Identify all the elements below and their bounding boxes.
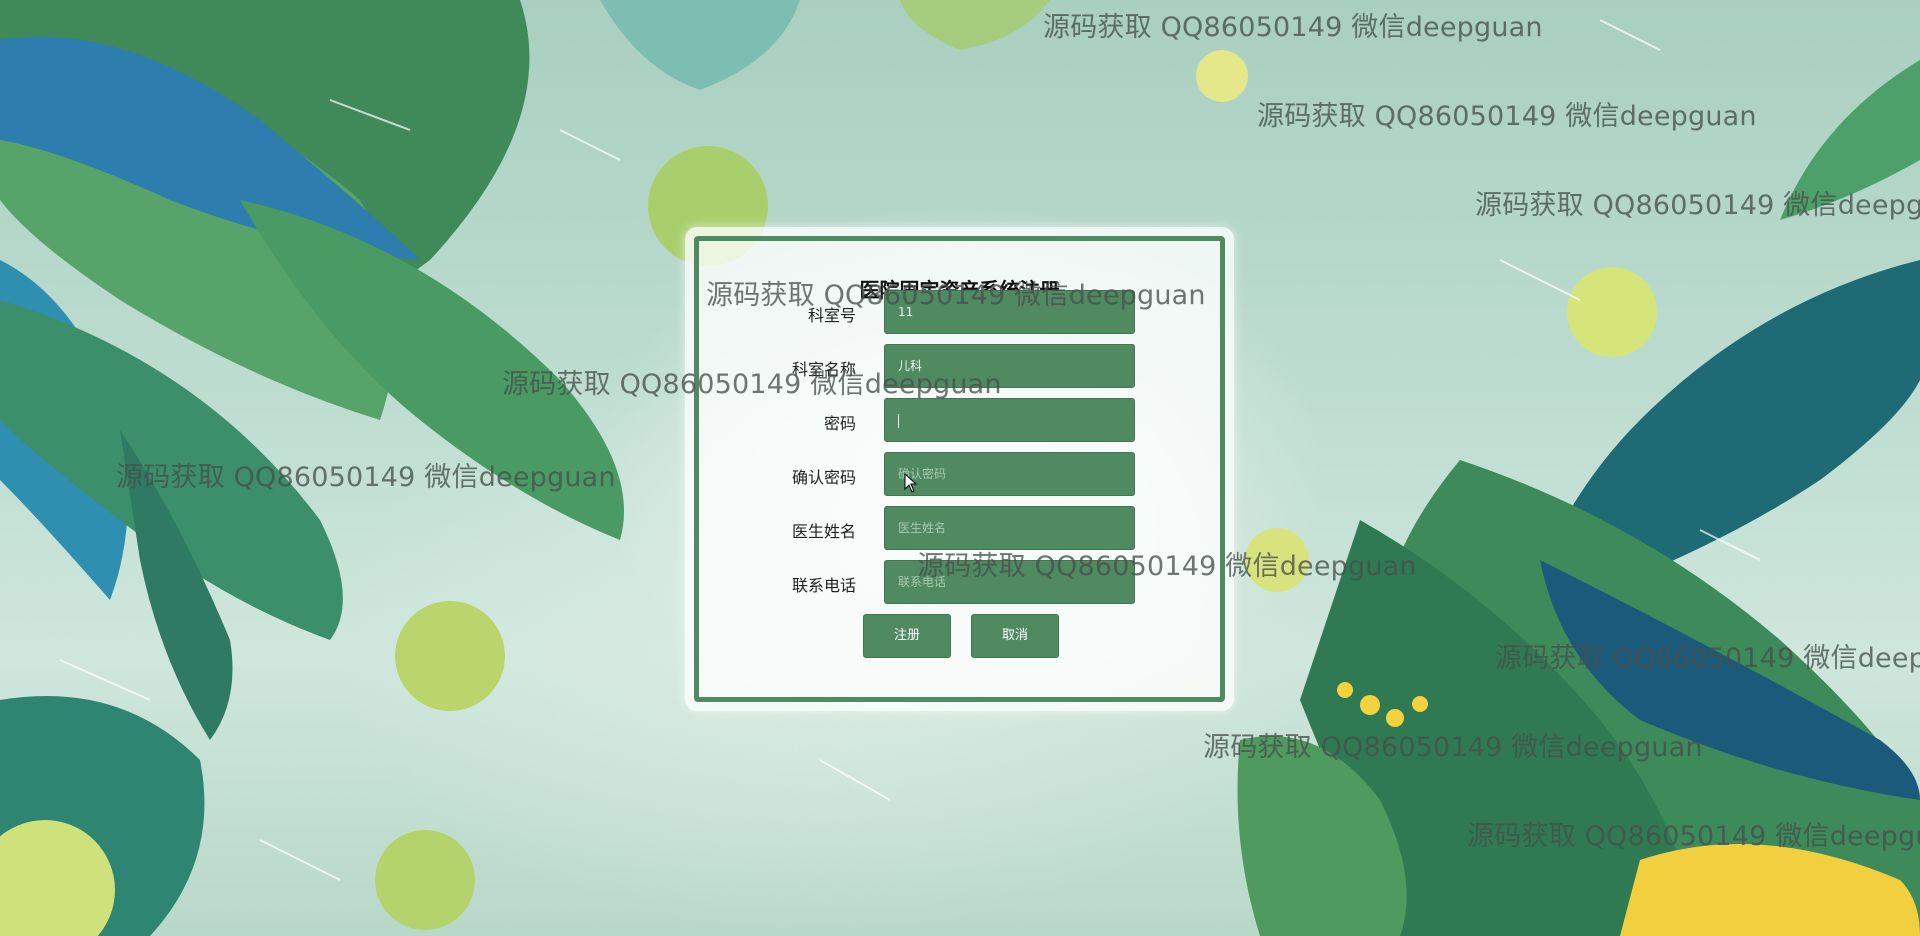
form-row-dept-id: 科室号 11: [699, 290, 1220, 334]
cancel-button[interactable]: 取消: [971, 614, 1059, 658]
register-panel: 医院固定资产系统注册 科室号 11 科室名称 儿科 密码 确认密码 确认密码 医…: [685, 227, 1234, 711]
text-caret: [898, 413, 899, 428]
form-row-doctor-name: 医生姓名 医生姓名: [699, 506, 1220, 550]
form-row-phone: 联系电话 联系电话: [699, 560, 1220, 604]
confirm-password-label: 确认密码: [791, 468, 856, 487]
doctor-name-label: 医生姓名: [791, 522, 856, 541]
register-button[interactable]: 注册: [863, 614, 951, 658]
phone-label: 联系电话: [791, 576, 856, 595]
phone-input[interactable]: 联系电话: [884, 560, 1135, 604]
password-label: 密码: [823, 414, 856, 433]
form-row-confirm-password: 确认密码 确认密码: [699, 452, 1220, 496]
register-panel-frame: 医院固定资产系统注册 科室号 11 科室名称 儿科 密码 确认密码 确认密码 医…: [694, 236, 1225, 702]
confirm-password-input[interactable]: 确认密码: [884, 452, 1135, 496]
doctor-name-input[interactable]: 医生姓名: [884, 506, 1135, 550]
form-row-password: 密码: [699, 398, 1220, 442]
dept-id-input[interactable]: 11: [884, 290, 1135, 334]
dept-name-label: 科室名称: [791, 360, 856, 379]
password-input[interactable]: [884, 398, 1135, 442]
dept-name-input[interactable]: 儿科: [884, 344, 1135, 388]
dept-id-label: 科室号: [807, 306, 856, 325]
form-row-dept-name: 科室名称 儿科: [699, 344, 1220, 388]
